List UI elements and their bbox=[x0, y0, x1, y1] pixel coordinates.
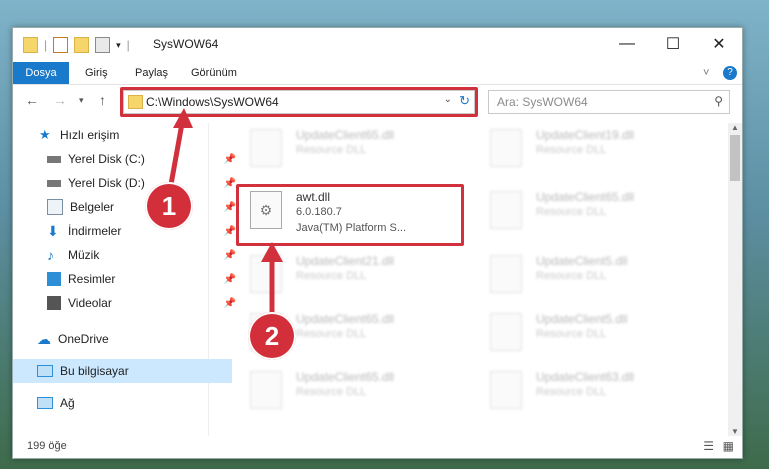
step-1-badge: 1 bbox=[145, 182, 193, 230]
annotation-arrows bbox=[167, 108, 283, 318]
arrow-2-head bbox=[261, 242, 283, 262]
arrow-1-shaft bbox=[167, 117, 186, 191]
step-2-badge: 2 bbox=[248, 312, 296, 360]
arrow-1-head bbox=[173, 108, 193, 128]
